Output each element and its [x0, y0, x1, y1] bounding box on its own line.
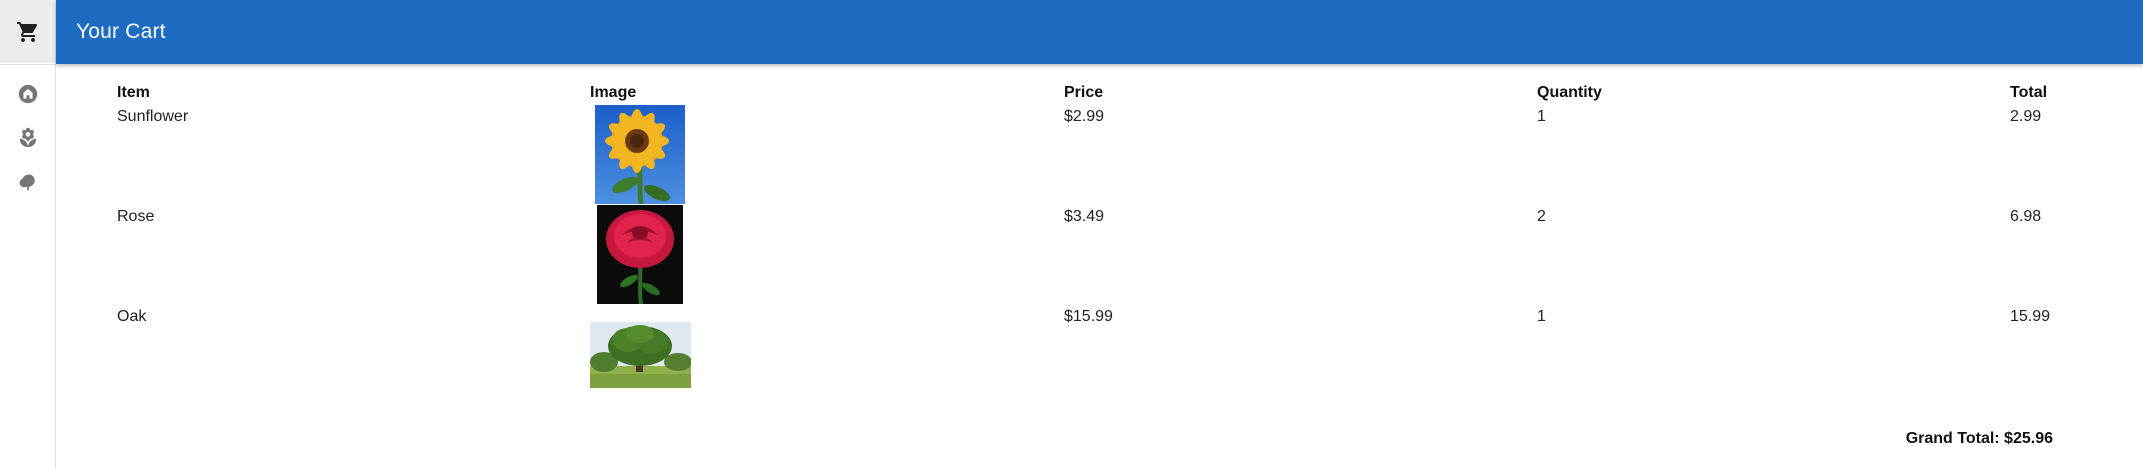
item-name: Sunflower: [117, 108, 189, 125]
item-price: $3.49: [1064, 208, 1105, 225]
tree-icon: [18, 172, 38, 192]
nav-flowers-button[interactable]: [0, 124, 55, 152]
nav-home-button[interactable]: [0, 80, 55, 108]
item-quantity: 1: [1537, 108, 1546, 125]
nav-cart-button[interactable]: [0, 0, 55, 63]
item-total: 15.99: [2010, 308, 2051, 325]
column-header-price: Price: [1064, 84, 1104, 101]
item-quantity: 2: [1537, 208, 1546, 225]
nav-divider: [0, 64, 55, 65]
nav-trees-button[interactable]: [0, 168, 55, 196]
rose-photo: [597, 205, 683, 304]
nav-rail: [0, 0, 56, 469]
item-name: Rose: [117, 208, 155, 225]
column-header-total: Total: [2010, 84, 2048, 101]
oak-tree-photo: [590, 322, 691, 388]
cart-table: Item Image Price Quantity Total Sunflowe…: [56, 64, 2143, 469]
shopping-cart-icon: [16, 20, 40, 44]
page-title: Your Cart: [76, 20, 166, 43]
item-quantity: 1: [1537, 308, 1546, 325]
sunflower-photo: [595, 105, 685, 204]
flower-icon: [17, 127, 39, 149]
column-header-quantity: Quantity: [1537, 84, 1602, 101]
app-root: Your Cart Item Image Price Quantity Tota…: [0, 0, 2143, 469]
home-icon: [17, 83, 39, 105]
item-price: $2.99: [1064, 108, 1105, 125]
column-header-image: Image: [590, 84, 637, 101]
grand-total: Grand Total: $25.96: [1905, 430, 2053, 447]
item-total: 6.98: [2010, 208, 2042, 225]
app-bar: Your Cart: [56, 0, 2143, 64]
item-name: Oak: [117, 308, 147, 325]
item-total: 2.99: [2010, 108, 2042, 125]
item-price: $15.99: [1064, 308, 1113, 325]
column-header-item: Item: [117, 84, 150, 101]
